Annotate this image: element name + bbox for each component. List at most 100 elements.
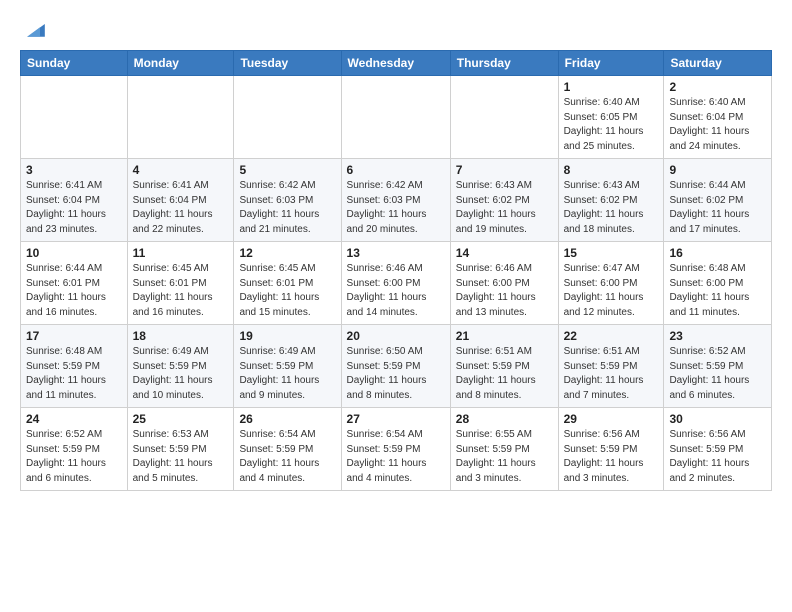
calendar-cell: 3Sunrise: 6:41 AMSunset: 6:04 PMDaylight… bbox=[21, 159, 128, 242]
day-info: Sunrise: 6:54 AMSunset: 5:59 PMDaylight:… bbox=[347, 428, 445, 486]
day-info: Sunrise: 6:40 AMSunset: 6:04 PMDaylight:… bbox=[669, 96, 766, 154]
day-number: 4 bbox=[133, 163, 229, 177]
weekday-header-sunday: Sunday bbox=[21, 51, 128, 76]
week-row-1: 1 Sunrise: 6:40 AMSunset: 6:05 PMDaylight… bbox=[21, 76, 772, 159]
calendar-cell: 30 Sunrise: 6:56 AMSunset: 5:59 PMDayligh… bbox=[664, 408, 772, 491]
calendar-cell: 13 Sunrise: 6:46 AMSunset: 6:00 PMDayligh… bbox=[341, 242, 450, 325]
day-number: 13 bbox=[347, 246, 445, 260]
day-number: 5 bbox=[239, 163, 335, 177]
day-info: Sunrise: 6:52 AMSunset: 5:59 PMDaylight:… bbox=[26, 428, 122, 486]
calendar-cell bbox=[21, 76, 128, 159]
weekday-header-wednesday: Wednesday bbox=[341, 51, 450, 76]
day-info: Sunrise: 6:49 AMSunset: 5:59 PMDaylight:… bbox=[239, 345, 335, 403]
logo bbox=[20, 16, 48, 40]
day-number: 30 bbox=[669, 412, 766, 426]
day-number: 20 bbox=[347, 329, 445, 343]
day-number: 16 bbox=[669, 246, 766, 260]
calendar-cell: 7 Sunrise: 6:43 AMSunset: 6:02 PMDaylight… bbox=[450, 159, 558, 242]
weekday-header-tuesday: Tuesday bbox=[234, 51, 341, 76]
calendar-cell: 24 Sunrise: 6:52 AMSunset: 5:59 PMDayligh… bbox=[21, 408, 128, 491]
day-number: 9 bbox=[669, 163, 766, 177]
day-info: Sunrise: 6:43 AMSunset: 6:02 PMDaylight:… bbox=[564, 179, 659, 237]
day-info: Sunrise: 6:48 AMSunset: 5:59 PMDaylight:… bbox=[26, 345, 122, 403]
weekday-header-row: SundayMondayTuesdayWednesdayThursdayFrid… bbox=[21, 51, 772, 76]
calendar-cell: 28 Sunrise: 6:55 AMSunset: 5:59 PMDayligh… bbox=[450, 408, 558, 491]
day-number: 12 bbox=[239, 246, 335, 260]
day-info: Sunrise: 6:42 AMSunset: 6:03 PMDaylight:… bbox=[347, 179, 445, 237]
calendar-cell: 17 Sunrise: 6:48 AMSunset: 5:59 PMDayligh… bbox=[21, 325, 128, 408]
calendar-cell: 12 Sunrise: 6:45 AMSunset: 6:01 PMDayligh… bbox=[234, 242, 341, 325]
calendar-cell: 5 Sunrise: 6:42 AMSunset: 6:03 PMDaylight… bbox=[234, 159, 341, 242]
day-info: Sunrise: 6:56 AMSunset: 5:59 PMDaylight:… bbox=[564, 428, 659, 486]
day-number: 17 bbox=[26, 329, 122, 343]
day-info: Sunrise: 6:43 AMSunset: 6:02 PMDaylight:… bbox=[456, 179, 553, 237]
weekday-header-friday: Friday bbox=[558, 51, 664, 76]
calendar-cell bbox=[127, 76, 234, 159]
day-number: 8 bbox=[564, 163, 659, 177]
day-number: 22 bbox=[564, 329, 659, 343]
calendar-cell: 18Sunrise: 6:49 AMSunset: 5:59 PMDayligh… bbox=[127, 325, 234, 408]
day-number: 27 bbox=[347, 412, 445, 426]
header bbox=[20, 16, 772, 40]
calendar-cell: 4 Sunrise: 6:41 AMSunset: 6:04 PMDaylight… bbox=[127, 159, 234, 242]
day-number: 24 bbox=[26, 412, 122, 426]
calendar-table: SundayMondayTuesdayWednesdayThursdayFrid… bbox=[20, 50, 772, 491]
calendar-cell: 26Sunrise: 6:54 AMSunset: 5:59 PMDayligh… bbox=[234, 408, 341, 491]
day-info: Sunrise: 6:40 AMSunset: 6:05 PMDaylight:… bbox=[564, 96, 659, 154]
calendar-cell: 11 Sunrise: 6:45 AMSunset: 6:01 PMDayligh… bbox=[127, 242, 234, 325]
calendar-cell: 25 Sunrise: 6:53 AMSunset: 5:59 PMDayligh… bbox=[127, 408, 234, 491]
calendar-cell bbox=[234, 76, 341, 159]
day-info: Sunrise: 6:50 AMSunset: 5:59 PMDaylight:… bbox=[347, 345, 445, 403]
calendar-cell: 23 Sunrise: 6:52 AMSunset: 5:59 PMDayligh… bbox=[664, 325, 772, 408]
day-number: 25 bbox=[133, 412, 229, 426]
day-info: Sunrise: 6:42 AMSunset: 6:03 PMDaylight:… bbox=[239, 179, 335, 237]
week-row-2: 3Sunrise: 6:41 AMSunset: 6:04 PMDaylight… bbox=[21, 159, 772, 242]
day-info: Sunrise: 6:45 AMSunset: 6:01 PMDaylight:… bbox=[239, 262, 335, 320]
day-number: 2 bbox=[669, 80, 766, 94]
calendar-cell: 29 Sunrise: 6:56 AMSunset: 5:59 PMDayligh… bbox=[558, 408, 664, 491]
calendar-cell: 6 Sunrise: 6:42 AMSunset: 6:03 PMDaylight… bbox=[341, 159, 450, 242]
day-number: 19 bbox=[239, 329, 335, 343]
day-info: Sunrise: 6:56 AMSunset: 5:59 PMDaylight:… bbox=[669, 428, 766, 486]
calendar-cell: 10Sunrise: 6:44 AMSunset: 6:01 PMDayligh… bbox=[21, 242, 128, 325]
calendar-cell: 14Sunrise: 6:46 AMSunset: 6:00 PMDayligh… bbox=[450, 242, 558, 325]
day-number: 18 bbox=[133, 329, 229, 343]
day-number: 28 bbox=[456, 412, 553, 426]
week-row-5: 24 Sunrise: 6:52 AMSunset: 5:59 PMDayligh… bbox=[21, 408, 772, 491]
day-info: Sunrise: 6:53 AMSunset: 5:59 PMDaylight:… bbox=[133, 428, 229, 486]
day-number: 26 bbox=[239, 412, 335, 426]
day-number: 10 bbox=[26, 246, 122, 260]
day-info: Sunrise: 6:41 AMSunset: 6:04 PMDaylight:… bbox=[133, 179, 229, 237]
day-info: Sunrise: 6:46 AMSunset: 6:00 PMDaylight:… bbox=[347, 262, 445, 320]
page: SundayMondayTuesdayWednesdayThursdayFrid… bbox=[0, 0, 792, 507]
day-number: 15 bbox=[564, 246, 659, 260]
day-number: 29 bbox=[564, 412, 659, 426]
calendar-cell: 20 Sunrise: 6:50 AMSunset: 5:59 PMDayligh… bbox=[341, 325, 450, 408]
day-number: 21 bbox=[456, 329, 553, 343]
day-info: Sunrise: 6:52 AMSunset: 5:59 PMDaylight:… bbox=[669, 345, 766, 403]
day-info: Sunrise: 6:45 AMSunset: 6:01 PMDaylight:… bbox=[133, 262, 229, 320]
day-info: Sunrise: 6:47 AMSunset: 6:00 PMDaylight:… bbox=[564, 262, 659, 320]
calendar-cell bbox=[450, 76, 558, 159]
day-number: 7 bbox=[456, 163, 553, 177]
weekday-header-thursday: Thursday bbox=[450, 51, 558, 76]
day-number: 23 bbox=[669, 329, 766, 343]
calendar-cell: 16Sunrise: 6:48 AMSunset: 6:00 PMDayligh… bbox=[664, 242, 772, 325]
calendar-cell: 22 Sunrise: 6:51 AMSunset: 5:59 PMDayligh… bbox=[558, 325, 664, 408]
calendar-cell: 1 Sunrise: 6:40 AMSunset: 6:05 PMDaylight… bbox=[558, 76, 664, 159]
day-number: 6 bbox=[347, 163, 445, 177]
calendar-cell: 15 Sunrise: 6:47 AMSunset: 6:00 PMDayligh… bbox=[558, 242, 664, 325]
day-info: Sunrise: 6:51 AMSunset: 5:59 PMDaylight:… bbox=[564, 345, 659, 403]
logo-icon bbox=[24, 16, 48, 40]
day-number: 1 bbox=[564, 80, 659, 94]
calendar-cell: 21Sunrise: 6:51 AMSunset: 5:59 PMDayligh… bbox=[450, 325, 558, 408]
week-row-3: 10Sunrise: 6:44 AMSunset: 6:01 PMDayligh… bbox=[21, 242, 772, 325]
week-row-4: 17 Sunrise: 6:48 AMSunset: 5:59 PMDayligh… bbox=[21, 325, 772, 408]
calendar-cell: 27 Sunrise: 6:54 AMSunset: 5:59 PMDayligh… bbox=[341, 408, 450, 491]
day-info: Sunrise: 6:55 AMSunset: 5:59 PMDaylight:… bbox=[456, 428, 553, 486]
weekday-header-monday: Monday bbox=[127, 51, 234, 76]
day-info: Sunrise: 6:46 AMSunset: 6:00 PMDaylight:… bbox=[456, 262, 553, 320]
day-info: Sunrise: 6:44 AMSunset: 6:02 PMDaylight:… bbox=[669, 179, 766, 237]
day-number: 11 bbox=[133, 246, 229, 260]
calendar-cell: 2 Sunrise: 6:40 AMSunset: 6:04 PMDaylight… bbox=[664, 76, 772, 159]
